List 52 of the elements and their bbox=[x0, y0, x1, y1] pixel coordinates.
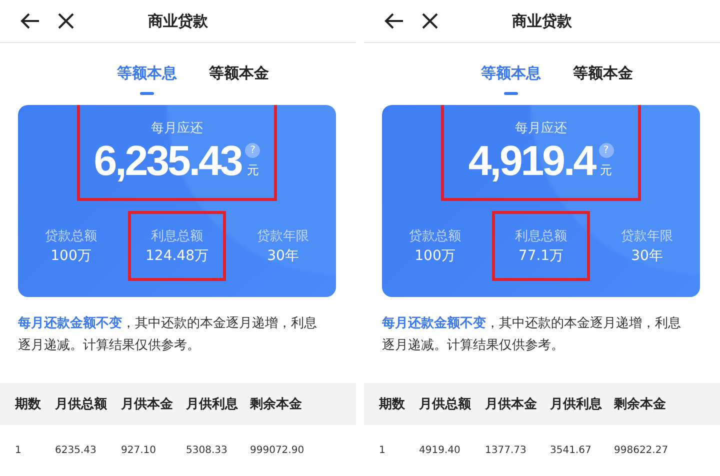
description-text: 每月还款金额不变，其中还款的本金逐月递增，利息逐月递减。计算结果仅供参考。 bbox=[382, 314, 682, 355]
currency-unit: 元 bbox=[246, 162, 259, 179]
tab[interactable]: 等额本息 bbox=[481, 61, 541, 95]
stat-value: 30年 bbox=[631, 247, 663, 265]
column-header: 月供总额 bbox=[419, 396, 472, 413]
description-text: 每月还款金额不变，其中还款的本金逐月递增，利息逐月递减。计算结果仅供参考。 bbox=[18, 314, 318, 355]
monthly-payment-amount: 6,235.43 bbox=[94, 139, 242, 183]
close-icon[interactable] bbox=[58, 13, 74, 29]
monthly-payment-label: 每月应还 bbox=[515, 120, 567, 137]
currency-unit: 元 bbox=[600, 162, 612, 179]
table-cell-text: 5308.33 bbox=[186, 444, 228, 456]
close-icon[interactable] bbox=[422, 13, 438, 29]
stat-label: 贷款年限 bbox=[621, 228, 673, 245]
stat-label: 贷款年限 bbox=[257, 228, 309, 245]
stat-label: 利息总额 bbox=[151, 228, 203, 245]
table-cell-text: 4919.40 bbox=[419, 444, 462, 456]
help-icon[interactable]: ? bbox=[245, 143, 260, 158]
column-header: 期数 bbox=[15, 396, 42, 413]
column-header: 期数 bbox=[379, 396, 406, 413]
stat-value: 100万 bbox=[414, 247, 456, 265]
stat-value: 30年 bbox=[267, 247, 299, 265]
column-header: 剩余本金 bbox=[614, 396, 667, 413]
column-header: 月供利息 bbox=[550, 396, 603, 413]
screen-title: 商业贷款 bbox=[147, 12, 209, 30]
column-header: 月供本金 bbox=[485, 396, 538, 413]
help-icon[interactable]: ? bbox=[598, 143, 614, 158]
table-cell-text: 6235.43 bbox=[55, 444, 98, 456]
stat-label: 利息总额 bbox=[515, 228, 567, 245]
table-cell-text: 998622.27 bbox=[614, 444, 670, 456]
monthly-payment-amount: 4,919.4 bbox=[468, 139, 595, 183]
stat-label: 贷款总额 bbox=[45, 228, 97, 245]
table-cell-text: 3541.67 bbox=[550, 444, 592, 456]
table-cell-text: 1377.73 bbox=[485, 444, 528, 456]
stat-value: 124.48万 bbox=[146, 247, 208, 265]
table-cell-text: 1 bbox=[379, 444, 386, 456]
stat-label: 贷款总额 bbox=[409, 228, 461, 245]
column-header: 剩余本金 bbox=[250, 396, 303, 413]
table-cell-text: 1 bbox=[15, 444, 22, 456]
table-cell-text: 999072.90 bbox=[250, 444, 306, 456]
back-icon[interactable] bbox=[20, 12, 40, 30]
tab[interactable]: 等额本息 bbox=[117, 61, 177, 95]
tab[interactable]: 等额本金 bbox=[573, 61, 633, 95]
monthly-payment-label: 每月应还 bbox=[151, 120, 203, 137]
back-icon[interactable] bbox=[384, 12, 404, 30]
stat-value: 100万 bbox=[50, 247, 92, 265]
stat-value: 77.1万 bbox=[518, 247, 564, 265]
screen-title: 商业贷款 bbox=[511, 12, 573, 30]
tab[interactable]: 等额本金 bbox=[209, 61, 269, 95]
column-header: 月供总额 bbox=[55, 396, 108, 413]
column-header: 月供本金 bbox=[121, 396, 174, 413]
table-cell-text: 927.10 bbox=[121, 444, 157, 456]
column-header: 月供利息 bbox=[186, 396, 239, 413]
